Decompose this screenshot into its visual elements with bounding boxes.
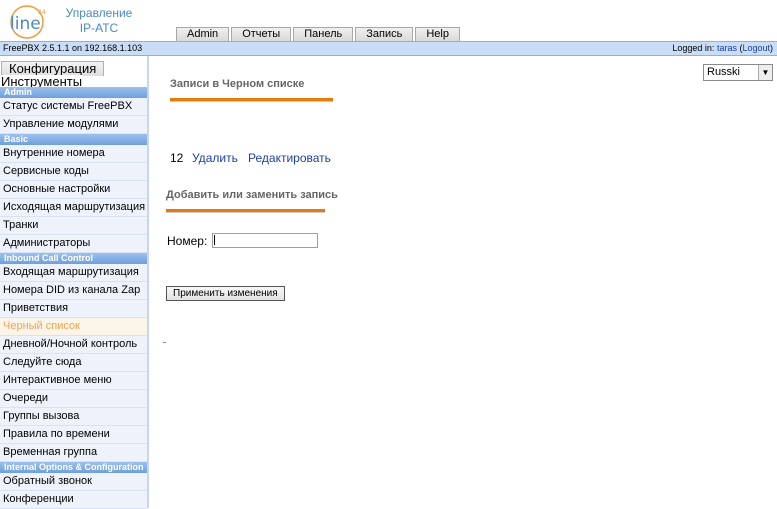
- heading-underline: [166, 209, 325, 213]
- sidebar-item-time-groups[interactable]: Временная группа: [0, 444, 147, 462]
- sidebar-item-module-admin[interactable]: Управление модулями: [0, 116, 147, 134]
- section-admin: Admin: [0, 87, 147, 98]
- tab-admin[interactable]: Admin: [176, 27, 230, 41]
- sidebar-item-day-night[interactable]: Дневной/Ночной контроль: [0, 336, 147, 354]
- username-link[interactable]: taras: [717, 43, 737, 53]
- number-label: Номер:: [167, 234, 208, 248]
- language-value: Russki: [707, 66, 741, 78]
- blacklist-entries-heading: Записи в Черном списке: [170, 78, 305, 90]
- sidebar: Конфигурация Инструменты Admin Статус си…: [0, 56, 149, 509]
- text-caret: [214, 235, 215, 245]
- section-basic: Basic: [0, 134, 147, 145]
- tab-help[interactable]: Help: [415, 27, 460, 41]
- top-navigation: Admin Отчеты Панель Запись Help: [176, 27, 460, 42]
- divider-mark: [163, 342, 166, 343]
- apply-changes-button[interactable]: Применить изменения: [166, 286, 285, 301]
- delete-link[interactable]: Удалить: [192, 151, 238, 165]
- app-title: Управление IP-АТС: [64, 6, 134, 36]
- sidebar-item-queues[interactable]: Очереди: [0, 390, 147, 408]
- sidebar-item-administrators[interactable]: Администраторы: [0, 235, 147, 253]
- sidebar-item-callback[interactable]: Обратный звонок: [0, 473, 147, 491]
- edit-link[interactable]: Редактировать: [248, 151, 331, 165]
- logout-link[interactable]: Logout: [742, 43, 770, 53]
- sidebar-item-announcements[interactable]: Приветствия: [0, 300, 147, 318]
- sidebar-menu: Admin Статус системы FreePBX Управление …: [0, 87, 147, 509]
- tab-recording[interactable]: Запись: [355, 27, 414, 41]
- sidebar-item-general-settings[interactable]: Основные настройки: [0, 181, 147, 199]
- app-title-line2: IP-АТС: [79, 21, 119, 35]
- number-input[interactable]: [212, 233, 318, 248]
- sidebar-item-inbound-routes[interactable]: Входящая маршрутизация: [0, 264, 147, 282]
- sidebar-item-feature-codes[interactable]: Сервисные коды: [0, 163, 147, 181]
- section-internal-options: Internal Options & Configuration: [0, 462, 147, 473]
- version-info: FreePBX 2.5.1.1 on 192.168.1.103: [3, 43, 143, 53]
- sidebar-item-trunks[interactable]: Транки: [0, 217, 147, 235]
- language-select[interactable]: Russki ▼: [703, 64, 773, 81]
- sidebar-item-zap-did[interactable]: Номера DID из канала Zap: [0, 282, 147, 300]
- sidebar-item-time-conditions[interactable]: Правила по времени: [0, 426, 147, 444]
- section-inbound-call-control: Inbound Call Control: [0, 253, 147, 264]
- logged-in-label: Logged in:: [672, 43, 715, 53]
- sidebar-item-blacklist[interactable]: Черный список: [0, 318, 147, 336]
- sidebar-item-system-status[interactable]: Статус системы FreePBX: [0, 98, 147, 116]
- logo-superscript: 24: [38, 9, 46, 16]
- app-title-line1: Управление: [65, 6, 133, 20]
- add-entry-heading: Добавить или заменить запись: [166, 189, 338, 201]
- sidebar-item-ivr[interactable]: Интерактивное меню: [0, 372, 147, 390]
- sidebar-item-follow-me[interactable]: Следуйте сюда: [0, 354, 147, 372]
- line24-logo: line 24: [6, 4, 52, 40]
- heading-underline: [170, 98, 333, 102]
- login-info: Logged in: taras (Logout): [672, 43, 773, 53]
- sidebar-item-ring-groups[interactable]: Группы вызова: [0, 408, 147, 426]
- sidebar-item-conferences[interactable]: Конференции: [0, 491, 147, 509]
- sidebar-item-extensions[interactable]: Внутренние номера: [0, 145, 147, 163]
- tab-reports[interactable]: Отчеты: [231, 27, 292, 41]
- chevron-down-icon[interactable]: ▼: [758, 65, 772, 80]
- tab-panel[interactable]: Панель: [293, 27, 354, 41]
- logo-text: line: [10, 14, 41, 34]
- blacklist-entry-number: 12: [170, 151, 184, 165]
- sidebar-tabs: Конфигурация Инструменты: [0, 58, 147, 89]
- logo-circle-icon: line 24: [10, 5, 46, 39]
- status-bar: FreePBX 2.5.1.1 on 192.168.1.103 Logged …: [0, 41, 777, 56]
- sidebar-item-outbound-routes[interactable]: Исходящая маршрутизация: [0, 199, 147, 217]
